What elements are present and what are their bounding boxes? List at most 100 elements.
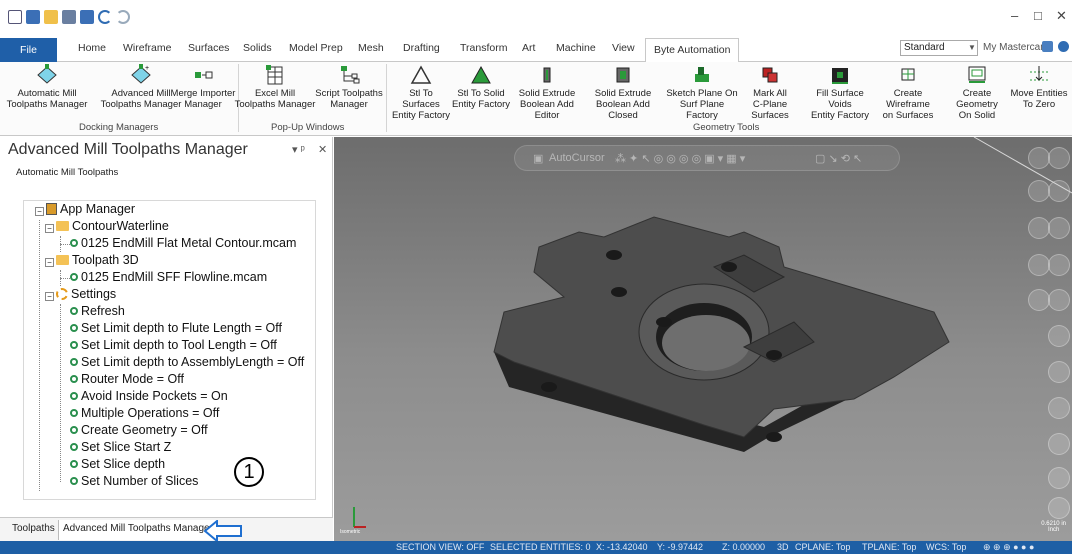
redo-icon[interactable] (116, 10, 130, 24)
status-cplane[interactable]: CPLANE: Top (795, 542, 850, 552)
solid-extrude-boolean-add-editor-button[interactable]: Solid Extrude Boolean Add Editor (507, 62, 587, 121)
print-icon[interactable] (62, 10, 76, 24)
tree-connector (60, 244, 70, 245)
tab-view[interactable]: View (612, 42, 635, 54)
mark-surfaces-icon (762, 67, 778, 83)
sketch-plane-on-surf-button[interactable]: Sketch Plane On Surf Plane Factory (664, 62, 740, 121)
expand-toggle[interactable]: − (45, 258, 54, 267)
tab-wireframe[interactable]: Wireframe (123, 42, 171, 54)
tab-home[interactable]: Home (78, 42, 106, 54)
stl-to-solid-button[interactable]: Stl To Solid Entity Factory (450, 62, 512, 110)
close-window-button[interactable]: ✕ (1056, 8, 1067, 24)
book-icon (46, 203, 57, 215)
pin-icon[interactable]: ▾ ᵖ (292, 143, 305, 156)
expand-toggle[interactable]: − (45, 292, 54, 301)
status-3d-mode[interactable]: 3D (777, 542, 789, 552)
file-bullet-icon (70, 273, 78, 281)
status-wcs[interactable]: WCS: Top (926, 542, 966, 552)
my-mastercam-link[interactable]: My Mastercam (983, 42, 1049, 53)
setting-bullet-icon (70, 375, 78, 383)
tree-connector (60, 278, 70, 279)
diamond-tool-plus-icon: + (131, 64, 151, 84)
merge-importer-manager-button[interactable]: Merge Importer Manager (170, 62, 236, 110)
extrude-icon (543, 67, 551, 83)
tree-node-setting[interactable]: Set Number of Slices (70, 474, 198, 488)
workspace-select[interactable]: Standard (900, 40, 978, 56)
display-mode-icons[interactable]: ⊕ ⊕ ⊕ ● ● ● (983, 542, 1034, 553)
automatic-mill-toolpaths-manager-button[interactable]: Automatic Mill Toolpaths Manager (0, 62, 94, 110)
tab-drafting[interactable]: Drafting (403, 42, 440, 54)
setting-bullet-icon (70, 392, 78, 400)
tab-machine[interactable]: Machine (556, 42, 596, 54)
undo-icon[interactable] (98, 10, 112, 24)
manager-panel: Advanced Mill Toolpaths Manager ▾ ᵖ ✕ Au… (0, 137, 333, 541)
wireframe-icon (901, 68, 915, 81)
minimize-button[interactable]: – (1011, 8, 1018, 23)
open-folder-icon[interactable] (44, 10, 58, 24)
tree-node-setting[interactable]: Set Limit depth to Tool Length = Off (70, 338, 277, 352)
comment-icon[interactable] (1042, 41, 1053, 52)
tree-node-setting[interactable]: Refresh (70, 304, 125, 318)
tree-node-setting[interactable]: Set Limit depth to AssemblyLength = Off (70, 355, 304, 369)
fill-surface-voids-button[interactable]: Fill Surface Voids Entity Factory (804, 62, 876, 121)
close-icon[interactable]: ✕ (318, 143, 327, 156)
tab-toolpaths[interactable]: Toolpaths (12, 523, 55, 534)
solid-extrude-boolean-add-closed-button[interactable]: Solid Extrude Boolean Add Closed (583, 62, 663, 121)
step-callout: 1 (234, 457, 264, 487)
panel-bottom-tabs: Toolpaths Advanced Mill Toolpaths Manage… (0, 517, 333, 541)
status-section-view[interactable]: SECTION VIEW: OFF (396, 542, 484, 552)
excel-mill-toolpaths-manager-button[interactable]: Excel Mill Toolpaths Manager (228, 62, 322, 110)
graphics-viewport[interactable]: ▣ AutoCursor ⁂ ✦ ↖ ◎ ◎ ◎ ◎ ▣ ▾ ▦ ▾ ▢ ↘ ⟲… (334, 137, 1072, 541)
tab-advanced-mill-toolpaths-manager[interactable]: Advanced Mill Toolpaths Manager (58, 520, 218, 540)
new-file-icon[interactable] (8, 10, 22, 24)
group-label-popup: Pop-Up Windows (271, 122, 345, 133)
move-entities-to-zero-button[interactable]: Move Entities To Zero (1008, 62, 1070, 110)
part-model[interactable] (334, 137, 1072, 541)
save-icon[interactable] (26, 10, 40, 24)
maximize-button[interactable]: □ (1034, 8, 1042, 23)
script-toolpaths-manager-button[interactable]: Script Toolpaths Manager (314, 62, 384, 110)
tree-node-settings[interactable]: Settings (56, 287, 116, 301)
grid-table-icon (266, 65, 283, 85)
tree-node-setting[interactable]: Set Limit depth to Flute Length = Off (70, 321, 282, 335)
tree-node-setting[interactable]: Create Geometry = Off (70, 423, 208, 437)
move-to-zero-icon (1030, 66, 1048, 81)
setting-bullet-icon (70, 460, 78, 468)
tree-node-file[interactable]: 0125 EndMill Flat Metal Contour.mcam (70, 236, 296, 250)
tree-node-setting[interactable]: Multiple Operations = Off (70, 406, 219, 420)
tab-surfaces[interactable]: Surfaces (188, 42, 229, 54)
left-arrow-icon (204, 520, 242, 542)
tab-byte-automation[interactable]: Byte Automation (645, 38, 740, 63)
save-as-icon[interactable] (80, 10, 94, 24)
triangle-outline-icon (410, 65, 432, 84)
tree-node-folder[interactable]: Toolpath 3D (56, 253, 139, 267)
tab-mesh[interactable]: Mesh (358, 42, 384, 54)
tab-solids[interactable]: Solids (243, 42, 272, 54)
ribbon: Automatic Mill Toolpaths Manager + Advanc… (0, 62, 1072, 136)
mark-all-cplane-surfaces-button[interactable]: Mark All C-Plane Surfaces (734, 62, 806, 121)
folder-icon (56, 221, 69, 231)
tree-node-setting[interactable]: Avoid Inside Pockets = On (70, 389, 228, 403)
tab-transform[interactable]: Transform (460, 42, 507, 54)
tree-node-folder[interactable]: ContourWaterline (56, 219, 169, 233)
tree-node-setting[interactable]: Set Slice depth (70, 457, 165, 471)
tab-model-prep[interactable]: Model Prep (289, 42, 343, 54)
create-geometry-on-solid-button[interactable]: Create Geometry On Solid (942, 62, 1012, 121)
geometry-on-solid-icon (968, 66, 986, 83)
tree-node-setting[interactable]: Set Slice Start Z (70, 440, 171, 454)
tree-node-app-manager[interactable]: App Manager (46, 202, 135, 216)
tab-file[interactable]: File (0, 38, 57, 62)
panel-subtitle: Automatic Mill Toolpaths (16, 167, 119, 178)
help-icon[interactable] (1058, 41, 1069, 52)
expand-toggle[interactable]: − (45, 224, 54, 233)
expand-toggle[interactable]: − (35, 207, 44, 216)
stl-to-surfaces-button[interactable]: Stl To Surfaces Entity Factory (390, 62, 452, 121)
create-wireframe-on-surfaces-button[interactable]: Create Wireframe on Surfaces (872, 62, 944, 121)
panel-title: Advanced Mill Toolpaths Manager (8, 141, 248, 158)
tree-node-file[interactable]: 0125 EndMill SFF Flowline.mcam (70, 270, 267, 284)
tab-art[interactable]: Art (522, 42, 535, 54)
setting-bullet-icon (70, 358, 78, 366)
tree-view[interactable]: − App Manager − ContourWaterline 0125 En… (23, 200, 316, 500)
tree-node-setting[interactable]: Router Mode = Off (70, 372, 184, 386)
status-tplane[interactable]: TPLANE: Top (862, 542, 916, 552)
